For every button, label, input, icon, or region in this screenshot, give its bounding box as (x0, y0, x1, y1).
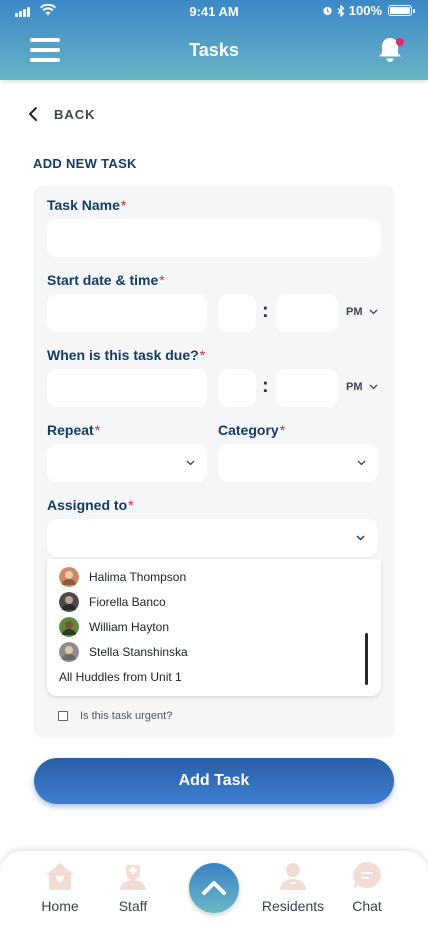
required-mark: * (159, 272, 165, 288)
required-mark: * (199, 347, 206, 363)
assignee-dropdown: Halima Thompson Fiorella Banco William H… (47, 559, 381, 696)
task-name-input[interactable] (47, 219, 381, 257)
back-button[interactable]: BACK (28, 106, 96, 122)
chevron-down-icon (356, 535, 365, 541)
avatar (59, 567, 79, 587)
chevron-up-glyph (202, 881, 226, 895)
start-datetime-label: Start date & time* (47, 272, 165, 288)
task-name-label-text: Task Name (47, 197, 120, 213)
chevron-down-icon (357, 460, 366, 466)
page-title: Tasks (189, 40, 239, 60)
home-icon (46, 863, 74, 890)
start-date-input[interactable] (47, 294, 207, 332)
assignee-name: All Huddles from Unit 1 (59, 670, 182, 684)
nav-residents-label: Residents (261, 898, 325, 914)
time-separator: : (262, 375, 269, 397)
required-mark: * (120, 197, 127, 213)
chevron-up-icon[interactable] (189, 863, 239, 913)
chevron-left-icon (29, 107, 37, 121)
bottom-nav: Home Staff Residents Chat (0, 851, 428, 926)
due-label-text: When is this task due? (47, 347, 199, 363)
bluetooth-icon (337, 4, 345, 17)
avatar (59, 592, 79, 612)
due-hour-input[interactable] (218, 369, 256, 407)
start-ampm-select[interactable]: PM (346, 306, 378, 318)
assignee-name: Stella Stanshinska (89, 645, 188, 659)
chevron-down-icon (186, 460, 195, 466)
assignee-option[interactable]: Fiorella Banco (59, 591, 166, 613)
nav-home-label: Home (41, 898, 79, 914)
task-name-field[interactable] (47, 219, 381, 257)
urgent-label: Is this task urgent? (80, 710, 173, 722)
nav-chat[interactable]: Chat (332, 861, 402, 914)
urgent-checkbox-row[interactable]: Is this task urgent? (58, 710, 172, 722)
dropdown-scrollbar[interactable] (365, 633, 368, 685)
time-separator: : (262, 300, 269, 322)
chevron-down-icon (369, 309, 377, 315)
battery-percent: 100% (348, 3, 382, 18)
category-select[interactable] (218, 444, 378, 482)
assigned-select[interactable] (47, 519, 378, 557)
assignee-option[interactable]: All Huddles from Unit 1 (59, 666, 182, 688)
task-name-label: Task Name* (47, 197, 126, 213)
urgent-checkbox[interactable] (58, 711, 68, 721)
add-task-button[interactable]: Add Task (34, 758, 394, 804)
repeat-label-text: Repeat (47, 422, 94, 438)
notification-dot (396, 38, 404, 46)
assigned-label-text: Assigned to (47, 497, 128, 513)
section-title: ADD NEW TASK (33, 156, 137, 171)
assignee-name: William Hayton (89, 620, 170, 634)
status-right: 100% (322, 3, 415, 18)
nav-home[interactable]: Home (25, 861, 95, 914)
start-minute-input[interactable] (276, 294, 338, 332)
alarm-icon (323, 6, 332, 16)
required-mark: * (279, 422, 286, 438)
required-mark: * (128, 497, 134, 513)
battery-icon (388, 5, 415, 16)
chevron-down-icon (369, 384, 377, 390)
repeat-label: Repeat* (47, 422, 100, 438)
start-label-text: Start date & time (47, 272, 159, 288)
assigned-label: Assigned to* (47, 497, 134, 513)
nav-chat-label: Chat (352, 898, 382, 914)
staff-icon (120, 865, 146, 890)
nav-staff-label: Staff (118, 898, 148, 914)
due-minute-input[interactable] (276, 369, 338, 407)
app-header: 9:41 AM 100% Tasks (0, 0, 428, 80)
assignee-option[interactable]: William Hayton (59, 616, 169, 638)
assignee-name: Halima Thompson (89, 570, 187, 584)
assignee-option[interactable]: Halima Thompson (59, 566, 186, 588)
avatar (59, 642, 79, 662)
nav-staff[interactable]: Staff (98, 861, 168, 914)
assignee-option[interactable]: Stella Stanshinska (59, 641, 188, 663)
due-label: When is this task due?* (47, 347, 205, 363)
status-bar: 9:41 AM 100% (0, 0, 428, 24)
due-ampm-value: PM (346, 381, 363, 393)
avatar (59, 617, 79, 637)
nav-residents[interactable]: Residents (258, 861, 328, 914)
category-label: Category* (218, 422, 285, 438)
assignee-name: Fiorella Banco (89, 595, 166, 609)
required-mark: * (94, 422, 101, 438)
start-hour-input[interactable] (218, 294, 256, 332)
start-ampm-value: PM (346, 306, 363, 318)
due-date-input[interactable] (47, 369, 207, 407)
chat-icon (353, 862, 381, 889)
bell-icon[interactable] (374, 34, 406, 66)
repeat-select[interactable] (47, 444, 207, 482)
residents-icon (280, 863, 306, 890)
back-label: BACK (54, 106, 96, 122)
category-label-text: Category (218, 422, 279, 438)
due-ampm-select[interactable]: PM (346, 381, 378, 393)
